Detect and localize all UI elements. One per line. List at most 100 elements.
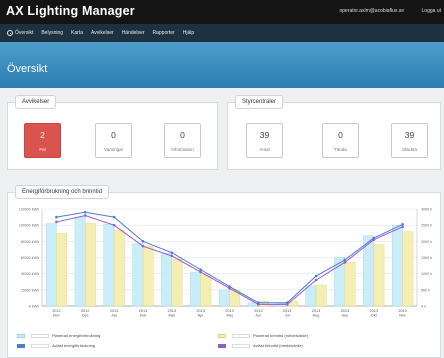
legend-value-box <box>232 343 250 348</box>
card-fel[interactable]: 2 Fel <box>24 123 61 158</box>
nav-item-handelser[interactable]: Händelser <box>122 30 145 36</box>
legend-swatch <box>17 333 25 338</box>
legend-item: Planerad energiförbrukning <box>17 333 100 338</box>
x-tick-label: Nov <box>53 314 60 318</box>
y-right-tick-label: 1500 h <box>421 256 432 260</box>
bar <box>113 229 125 307</box>
page-title: Översikt <box>7 63 48 75</box>
bar <box>45 223 57 307</box>
nav-label: Rapporter <box>152 30 175 36</box>
card-antal[interactable]: 39 Antal <box>246 123 283 158</box>
x-tick-label: Mar <box>169 314 176 318</box>
bar <box>103 224 115 307</box>
x-tick-label: 2013 <box>341 309 349 313</box>
legend-item: Avläst brinntid (medelvärde) <box>218 343 303 348</box>
legend-swatch <box>218 333 226 338</box>
x-tick-label: Aug <box>313 314 320 318</box>
avvikelser-title: Avvikelser <box>15 95 57 109</box>
card-slackta[interactable]: 39 Släckta <box>391 123 428 158</box>
nav-item-rapporter[interactable]: Rapporter <box>152 30 174 36</box>
legend-swatch <box>17 343 25 348</box>
bar <box>258 300 269 307</box>
nav-item-avvikelser[interactable]: Avvikelser <box>91 30 114 36</box>
y-left-tick-label: 120000 kWh <box>19 208 39 212</box>
card-tanda[interactable]: 0 Tända <box>322 123 359 158</box>
card-label: Tända <box>334 147 347 152</box>
x-tick-label: Jun <box>255 314 261 318</box>
card-information[interactable]: 0 Information <box>164 123 201 158</box>
bar <box>171 258 183 307</box>
nav-label: Översikt <box>15 30 34 36</box>
x-tick-label: Maj <box>226 314 232 318</box>
top-bar: AX Lighting Manager operator.axlm@acobia… <box>0 0 444 24</box>
y-left-tick-label: 40000 kWh <box>21 272 39 276</box>
y-left-tick-label: 20000 kWh <box>21 288 39 292</box>
x-tick-label: Nov <box>399 314 406 318</box>
data-point <box>170 251 174 254</box>
x-tick-label: 2012 <box>81 309 89 313</box>
nav-item-oversikt[interactable]: Översikt <box>7 30 33 36</box>
nav-label: Avvikelser <box>90 30 114 36</box>
x-tick-label: 2013 <box>370 309 378 313</box>
bar <box>391 224 403 307</box>
data-point <box>112 215 116 219</box>
bar <box>200 273 212 307</box>
data-point <box>401 225 404 229</box>
y-right-tick-label: 2000 h <box>421 240 432 244</box>
legend-value-box <box>232 333 250 338</box>
page-header: Översikt <box>0 42 444 88</box>
data-point <box>372 238 376 242</box>
nav-item-belysning[interactable]: Belysning <box>41 30 63 36</box>
bar <box>142 245 154 307</box>
user-email-link[interactable]: operator.axlm@acobiaflux.se <box>339 8 404 14</box>
bar <box>402 231 414 307</box>
data-point <box>199 268 202 271</box>
card-label: Släckta <box>402 147 417 152</box>
y-right-tick-label: 3000 h <box>421 208 432 212</box>
x-tick-label: 2013 <box>168 309 176 313</box>
bar <box>218 289 230 307</box>
bar <box>74 216 86 307</box>
data-point <box>141 244 145 248</box>
bar <box>56 233 68 307</box>
y-right-tick-label: 500 h <box>421 288 430 292</box>
card-value: 2 <box>40 130 45 140</box>
card-value: 0 <box>180 130 185 140</box>
data-point <box>170 254 174 258</box>
card-label: Information <box>171 147 194 152</box>
data-point <box>199 270 202 274</box>
y-left-tick-label: 0 kWh <box>29 305 39 309</box>
data-point <box>55 220 58 224</box>
energy-chart-panel: Energiförbrukning och brinntid 0 kWh 0 h2… <box>7 185 441 358</box>
x-tick-label: Apr <box>198 314 205 318</box>
data-point <box>343 258 347 262</box>
y-right-tick-label: 2500 h <box>421 224 432 228</box>
card-label: Fel <box>39 147 46 152</box>
x-tick-label: 2013 <box>225 309 233 313</box>
styrcentraler-title: Styrcentraler <box>235 95 284 109</box>
card-value: 0 <box>338 130 343 140</box>
legend-item: Planerad brinntid (medelvärde) <box>218 333 308 338</box>
card-label: Varningar <box>103 147 124 152</box>
bar <box>305 285 317 307</box>
data-point <box>285 303 289 306</box>
nav-item-karta[interactable]: Karta <box>71 30 83 36</box>
nav-item-hjalp[interactable]: Hjälp <box>183 30 194 36</box>
x-tick-label: 2013 <box>398 309 406 313</box>
x-tick-label: Feb <box>140 314 147 318</box>
x-tick-label: Okt <box>371 314 378 318</box>
data-point <box>55 215 58 219</box>
logout-link[interactable]: Logga ut <box>422 8 441 14</box>
y-right-tick-label: 1000 h <box>421 272 432 276</box>
app-title: AX Lighting Manager <box>6 4 135 18</box>
y-left-tick-label: 100000 kWh <box>19 224 39 228</box>
card-varningar[interactable]: 0 Varningar <box>95 123 132 158</box>
card-value: 39 <box>259 130 270 140</box>
styrcentraler-panel: Styrcentraler 39 Antal 0 Tända 39 Släckt… <box>227 95 441 170</box>
bar <box>132 243 144 307</box>
bar <box>373 244 385 307</box>
legend-value-box <box>31 343 49 348</box>
legend-label: Avläst energiförbrukning <box>52 343 96 348</box>
legend-value-box <box>31 333 49 338</box>
data-point <box>401 223 404 226</box>
